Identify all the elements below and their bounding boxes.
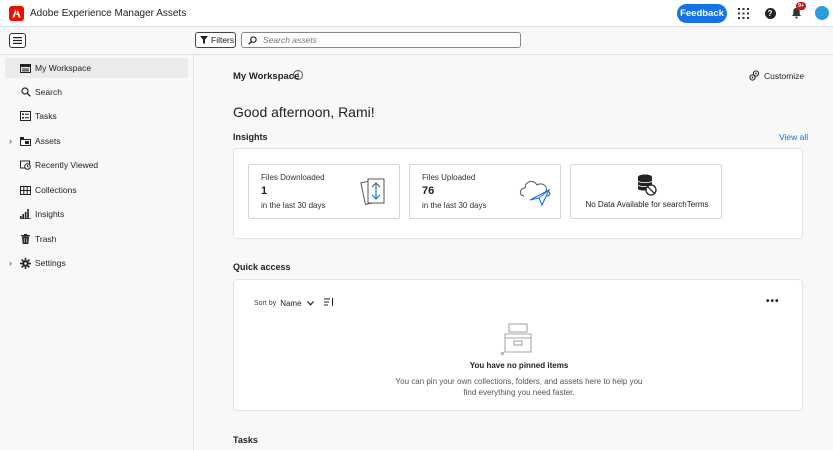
- insight-card-title: Files Downloaded: [261, 173, 325, 182]
- insight-card-uploaded[interactable]: Files Uploaded 76 in the last 30 days: [409, 164, 561, 219]
- insight-card-search-terms: No Data Available for searchTerms: [570, 164, 722, 219]
- sort-order-icon[interactable]: [323, 298, 334, 308]
- adobe-logo-icon: [9, 6, 24, 21]
- feedback-button[interactable]: Feedback: [677, 4, 727, 23]
- notifications-bell-icon[interactable]: 9+: [789, 2, 807, 20]
- customize-label: Customize: [764, 70, 805, 81]
- chevron-right-icon[interactable]: ›: [9, 136, 12, 146]
- workspace-icon: [20, 63, 31, 74]
- collections-icon: [20, 185, 31, 196]
- insights-icon: [20, 209, 31, 220]
- empty-state-title: You have no pinned items: [469, 361, 569, 370]
- customize-icon: [749, 70, 760, 81]
- help-icon[interactable]: ?: [763, 6, 777, 20]
- sidebar-item-recently-viewed[interactable]: Recently Viewed: [5, 155, 188, 175]
- sidebar-item-tasks[interactable]: Tasks: [5, 106, 188, 126]
- sidebar-item-my-workspace[interactable]: My Workspace: [5, 58, 188, 78]
- assets-icon: [20, 136, 31, 147]
- gear-icon: [20, 257, 31, 269]
- quick-access-panel: Sort by Name ••• You have no pinned item…: [233, 279, 803, 411]
- database-blocked-icon: [637, 174, 657, 199]
- sidebar-item-collections[interactable]: Collections: [5, 180, 188, 200]
- search-icon: [20, 87, 31, 98]
- sort-field-dropdown[interactable]: Name: [280, 298, 314, 308]
- recently-viewed-icon: [20, 160, 31, 171]
- upload-cloud-illustration-icon: [518, 174, 554, 211]
- chevron-right-icon[interactable]: ›: [9, 258, 12, 268]
- main-content: My Workspace i Customize Good afternoon,…: [195, 55, 833, 450]
- more-options-button[interactable]: •••: [766, 296, 780, 307]
- menu-toggle-button[interactable]: [9, 33, 26, 48]
- empty-tray-illustration-icon: [499, 322, 539, 361]
- search-field[interactable]: [241, 32, 521, 48]
- insight-card-subtitle: in the last 30 days: [261, 201, 326, 210]
- sidebar-item-settings[interactable]: › Settings: [5, 253, 188, 273]
- search-input[interactable]: [263, 35, 503, 45]
- filters-button[interactable]: Filters: [195, 32, 236, 48]
- sidebar-item-insights[interactable]: Insights: [5, 204, 188, 224]
- greeting: Good afternoon, Rami!: [233, 104, 375, 120]
- page-title: My Workspace: [233, 71, 300, 82]
- customize-button[interactable]: Customize: [749, 70, 804, 81]
- insight-card-value: 1: [261, 185, 268, 197]
- sidebar-item-assets[interactable]: › Assets: [5, 131, 188, 151]
- info-icon[interactable]: i: [293, 70, 303, 80]
- sort-control: Sort by Name: [254, 298, 334, 308]
- avatar[interactable]: [815, 6, 829, 20]
- trash-icon: [20, 234, 31, 245]
- sidebar-nav: My Workspace Search Tasks › Assets Recen…: [0, 55, 194, 450]
- insight-card-value: 76: [422, 185, 435, 197]
- filters-label: Filters: [211, 35, 235, 45]
- top-bar: Adobe Experience Manager Assets Feedback…: [0, 0, 833, 27]
- tasks-icon: [20, 111, 31, 122]
- insights-panel: Files Downloaded 1 in the last 30 days F…: [233, 148, 803, 239]
- quick-access-title: Quick access: [233, 262, 291, 272]
- notification-badge: 9+: [796, 2, 807, 10]
- search-icon: [248, 35, 257, 45]
- insights-title: Insights: [233, 132, 268, 142]
- toolbar: Filters: [0, 27, 833, 55]
- tasks-section-title: Tasks: [233, 435, 258, 445]
- sidebar-item-search[interactable]: Search: [5, 82, 188, 102]
- download-illustration-icon: [359, 174, 389, 213]
- insight-card-title: Files Uploaded: [422, 173, 476, 182]
- filter-icon: [200, 36, 208, 44]
- sort-by-label: Sort by: [254, 299, 277, 307]
- chevron-down-icon: [306, 300, 314, 306]
- no-data-text: No Data Available for searchTerms: [585, 200, 709, 209]
- view-all-link[interactable]: View all: [779, 132, 808, 142]
- app-title: Adobe Experience Manager Assets: [30, 8, 187, 19]
- empty-state-description: You can pin your own collections, folder…: [395, 377, 643, 397]
- app-switcher-icon[interactable]: [736, 6, 750, 20]
- insight-card-subtitle: in the last 30 days: [422, 201, 487, 210]
- hamburger-icon: [13, 37, 22, 44]
- insight-card-downloaded[interactable]: Files Downloaded 1 in the last 30 days: [248, 164, 400, 219]
- sidebar-item-trash[interactable]: Trash: [5, 229, 188, 249]
- sort-field-value: Name: [280, 298, 302, 308]
